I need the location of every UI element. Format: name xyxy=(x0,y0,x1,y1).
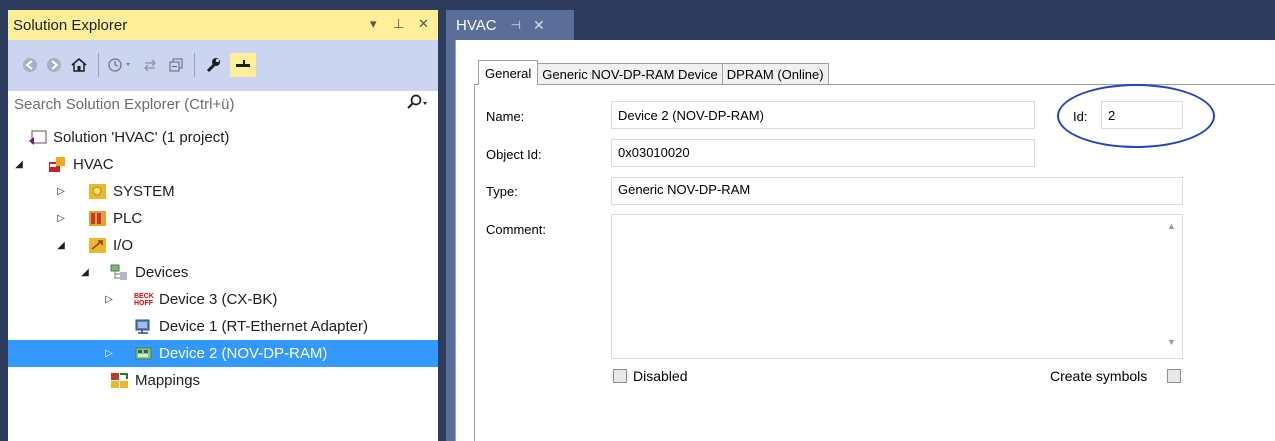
tree-label: Mappings xyxy=(135,372,201,389)
solution-explorer-title-bar: Solution Explorer ▾ ⊥ ✕ xyxy=(8,10,438,40)
tree-node-device2[interactable]: ▷ Device 2 (NOV-DP-RAM) xyxy=(8,340,438,367)
name-field[interactable]: Device 2 (NOV-DP-RAM) xyxy=(611,101,1035,129)
device-tabs: General Generic NOV-DP-RAM Device DPRAM … xyxy=(478,60,829,85)
collapse-arrow-icon[interactable]: ◢ xyxy=(10,159,28,170)
forward-icon[interactable] xyxy=(44,53,64,77)
solution-icon xyxy=(28,129,47,146)
tree-node-solution[interactable]: Solution 'HVAC' (1 project) xyxy=(28,124,229,151)
solution-explorer-toolbar xyxy=(8,40,438,90)
objectid-label: Object Id: xyxy=(486,147,542,162)
create-symbols-checkbox[interactable] xyxy=(1167,369,1181,383)
search-input[interactable] xyxy=(8,91,398,117)
disabled-checkbox[interactable] xyxy=(613,369,627,383)
tab-general[interactable]: General xyxy=(478,60,539,85)
document-tab-title: HVAC xyxy=(456,16,497,34)
expand-arrow-icon[interactable]: ▷ xyxy=(52,213,70,224)
pending-changes-icon[interactable] xyxy=(106,53,134,77)
tree-label: Device 2 (NOV-DP-RAM) xyxy=(159,345,328,362)
tree-node-device3[interactable]: ▷ BECK HOFF Device 3 (CX-BK) xyxy=(100,286,277,313)
expand-arrow-icon[interactable]: ▷ xyxy=(100,294,118,305)
tree-node-plc[interactable]: ▷ PLC xyxy=(52,205,142,232)
solution-explorer-panel: Solution Explorer ▾ ⊥ ✕ Search Solution … xyxy=(0,0,446,441)
comment-textarea[interactable] xyxy=(611,214,1183,359)
tree-label: HVAC xyxy=(73,156,114,173)
search-icon[interactable] xyxy=(406,94,428,116)
tree-label: Device 1 (RT-Ethernet Adapter) xyxy=(159,318,368,335)
close-panel-icon[interactable]: ✕ xyxy=(418,16,429,32)
devices-folder-icon xyxy=(110,264,129,281)
tab-dpram-online[interactable]: DPRAM (Online) xyxy=(721,63,829,85)
highlight-oval xyxy=(1057,84,1215,148)
toolbar-separator xyxy=(194,53,195,77)
pin-tab-icon[interactable]: ⊣ xyxy=(511,18,521,32)
expand-arrow-icon[interactable]: ▷ xyxy=(52,186,70,197)
type-field[interactable]: Generic NOV-DP-RAM xyxy=(611,177,1183,205)
beckhoff-logo-icon: BECK HOFF xyxy=(134,292,154,307)
type-label: Type: xyxy=(486,184,518,199)
collapse-all-icon[interactable] xyxy=(166,53,186,77)
tree-node-device1[interactable]: Device 1 (RT-Ethernet Adapter) xyxy=(100,313,368,340)
tree-label: Devices xyxy=(135,264,189,281)
project-icon xyxy=(48,156,67,173)
tree-label: Device 3 (CX-BK) xyxy=(159,291,278,308)
tab-generic-device[interactable]: Generic NOV-DP-RAM Device xyxy=(537,63,723,85)
comment-scrollbar[interactable]: ▲ ▼ xyxy=(1163,215,1182,358)
back-icon[interactable] xyxy=(20,53,40,77)
collapse-arrow-icon[interactable]: ◢ xyxy=(52,240,70,251)
name-label: Name: xyxy=(486,109,525,124)
create-symbols-label: Create symbols xyxy=(1050,368,1148,384)
home-icon[interactable] xyxy=(68,53,90,77)
scroll-down-icon[interactable]: ▼ xyxy=(1167,337,1176,347)
tree-label: PLC xyxy=(113,210,143,227)
pin-icon[interactable]: ⊥ xyxy=(393,16,404,32)
solution-tree: Solution 'HVAC' (1 project) ◢ HVAC ▷ SYS… xyxy=(8,118,438,441)
properties-wrench-icon[interactable] xyxy=(202,53,224,77)
sync-icon[interactable] xyxy=(140,53,160,77)
tree-node-devices[interactable]: ◢ Devices xyxy=(76,259,188,286)
plc-icon xyxy=(88,210,107,227)
tree-node-mappings[interactable]: Mappings xyxy=(110,367,200,394)
preview-selected-items-icon[interactable] xyxy=(230,53,256,77)
tree-node-system[interactable]: ▷ SYSTEM xyxy=(52,178,175,205)
close-tab-icon[interactable]: ✕ xyxy=(533,17,545,34)
comment-label: Comment: xyxy=(486,222,546,237)
tree-node-hvac[interactable]: ◢ HVAC xyxy=(10,151,114,178)
tree-node-io[interactable]: ◢ I/O xyxy=(52,232,133,259)
objectid-field[interactable]: 0x03010020 xyxy=(611,139,1035,167)
collapse-arrow-icon[interactable]: ◢ xyxy=(76,267,94,278)
dpram-device-icon xyxy=(134,345,153,362)
system-icon xyxy=(88,183,107,200)
tree-label: Solution 'HVAC' (1 project) xyxy=(53,129,230,146)
toolbar-separator xyxy=(98,53,99,77)
disabled-label: Disabled xyxy=(633,368,688,384)
scroll-up-icon[interactable]: ▲ xyxy=(1167,221,1176,231)
expand-arrow-icon[interactable]: ▷ xyxy=(100,348,118,359)
document-tab-hvac[interactable]: HVAC ⊣ ✕ xyxy=(446,10,574,40)
panel-dropdown-icon[interactable]: ▾ xyxy=(370,16,377,32)
solution-explorer-title: Solution Explorer xyxy=(13,17,128,34)
solution-explorer-search xyxy=(8,90,438,118)
io-icon xyxy=(88,237,107,254)
ethernet-adapter-icon xyxy=(134,318,153,335)
tree-label: SYSTEM xyxy=(113,183,175,200)
mappings-icon xyxy=(110,372,129,389)
tree-label: I/O xyxy=(113,237,134,254)
